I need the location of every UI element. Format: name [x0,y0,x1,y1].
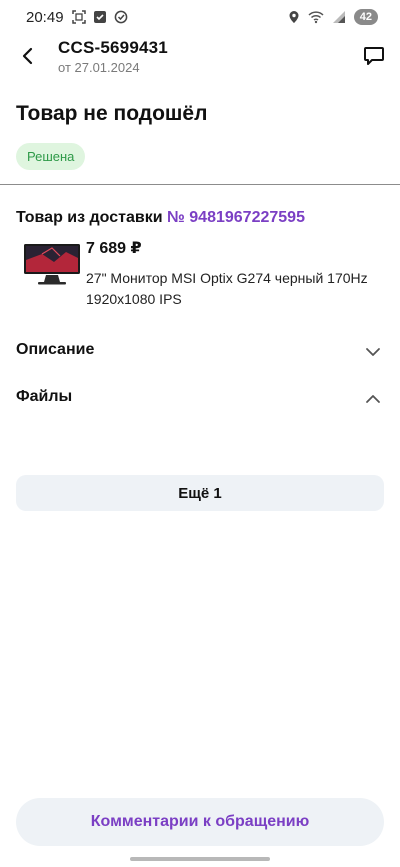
chat-button[interactable] [360,42,388,70]
description-label: Описание [16,341,95,358]
back-button[interactable] [14,42,42,70]
page-title: Товар не подошёл [16,102,208,125]
show-more-button[interactable]: Ещё 1 [16,475,384,511]
description-section[interactable]: Описание [0,331,400,371]
status-icons-left [72,10,128,24]
checkbox-icon [94,11,106,23]
ticket-id: CCS-5699431 [58,38,168,57]
wifi-icon [308,11,324,24]
status-bar: 20:49 42 [0,0,400,36]
screenshot-icon [72,10,86,24]
delivery-number-link[interactable]: № 9481967227595 [167,209,305,226]
status-time: 20:49 [26,9,64,26]
files-label: Файлы [16,388,73,405]
signal-icon [332,11,345,23]
product-card[interactable]: 7 689 ₽ 27" Монитор MSI Optix G274 черны… [16,238,386,312]
monitor-image [24,244,80,285]
chat-icon [364,47,384,65]
product-price: 7 689 ₽ [86,240,142,257]
files-section[interactable]: Файлы [0,378,400,418]
app-bar: CCS-5699431 от 27.01.2024 [0,36,400,80]
ticket-date: от 27.01.2024 [58,60,140,75]
delivery-line: Товар из доставки № 9481967227595 [16,209,305,227]
home-indicator[interactable] [130,857,270,861]
chevron-down-icon [366,348,380,356]
chevron-up-icon [366,395,380,403]
battery-icon: 42 [353,9,378,25]
section-divider [0,184,400,185]
status-badge: Решена [16,143,86,170]
location-icon [289,11,299,23]
delivery-label: Товар из доставки [16,209,163,226]
product-name: 27" Монитор MSI Optix G274 черный 170Hz … [86,270,368,307]
check-circle-icon [114,10,128,24]
comments-button[interactable]: Комментарии к обращению [16,798,384,846]
arrow-left-icon [22,47,33,65]
status-icons-right: 42 [288,9,378,25]
